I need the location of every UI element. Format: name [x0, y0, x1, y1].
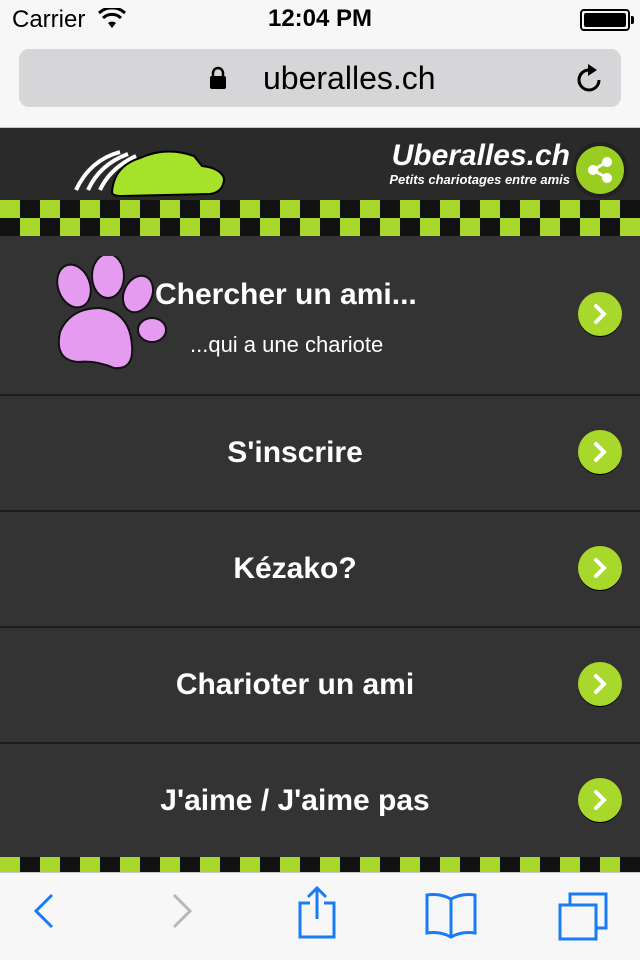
menu-label: S'inscrire: [227, 436, 363, 469]
browser-toolbar: [0, 872, 640, 960]
tabs-icon[interactable]: [556, 891, 610, 948]
menu-item-inscrire[interactable]: S'inscrire: [0, 394, 640, 510]
share-icon: [576, 146, 624, 194]
url-text: uberalles.ch: [263, 60, 436, 96]
reload-icon[interactable]: [575, 62, 605, 99]
menu-label: Chercher un ami...: [155, 278, 417, 311]
brand-subtitle: Petits chariotages entre amis: [389, 172, 570, 187]
chevron-right-icon[interactable]: [578, 430, 622, 474]
menu-label: Charioter un ami: [175, 668, 415, 701]
menu-label: Kézako?: [233, 552, 357, 585]
chevron-right-icon[interactable]: [578, 778, 622, 822]
forward-icon[interactable]: [168, 889, 196, 938]
menu-sublabel: ...qui a une chariote: [190, 332, 384, 357]
main-menu: Chercher un ami... ...qui a une chariote…: [0, 236, 640, 858]
menu-label: J'aime / J'aime pas: [160, 784, 430, 817]
share-button[interactable]: [572, 142, 628, 198]
lock-icon: [209, 66, 227, 95]
menu-item-kezako[interactable]: Kézako?: [0, 510, 640, 626]
checker-strip-top: [0, 200, 640, 218]
browser-address-area: uberalles.ch: [0, 40, 640, 128]
chevron-right-icon[interactable]: [578, 546, 622, 590]
back-icon[interactable]: [30, 889, 58, 938]
menu-item-charioter[interactable]: Charioter un ami: [0, 626, 640, 742]
battery-icon: [580, 9, 634, 31]
menu-item-chercher[interactable]: Chercher un ami... ...qui a une chariote: [0, 236, 640, 394]
checker-strip-bottom: [0, 218, 640, 236]
car-logo-icon[interactable]: [70, 138, 230, 203]
bookmarks-icon[interactable]: [424, 891, 478, 944]
checker-strip-footer: [0, 857, 640, 873]
paw-icon: [52, 253, 172, 377]
brand: Uberalles.ch Petits chariotages entre am…: [389, 140, 570, 188]
share-action-icon[interactable]: [296, 885, 338, 946]
status-bar: Carrier 12:04 PM: [0, 0, 640, 40]
clock: 12:04 PM: [267, 5, 373, 32]
menu-item-jaime[interactable]: J'aime / J'aime pas: [0, 742, 640, 858]
address-bar[interactable]: uberalles.ch: [19, 49, 621, 107]
brand-title: Uberalles.ch: [391, 139, 570, 172]
chevron-right-icon[interactable]: [578, 292, 622, 336]
site-header: Uberalles.ch Petits chariotages entre am…: [0, 128, 640, 236]
chevron-right-icon[interactable]: [578, 662, 622, 706]
